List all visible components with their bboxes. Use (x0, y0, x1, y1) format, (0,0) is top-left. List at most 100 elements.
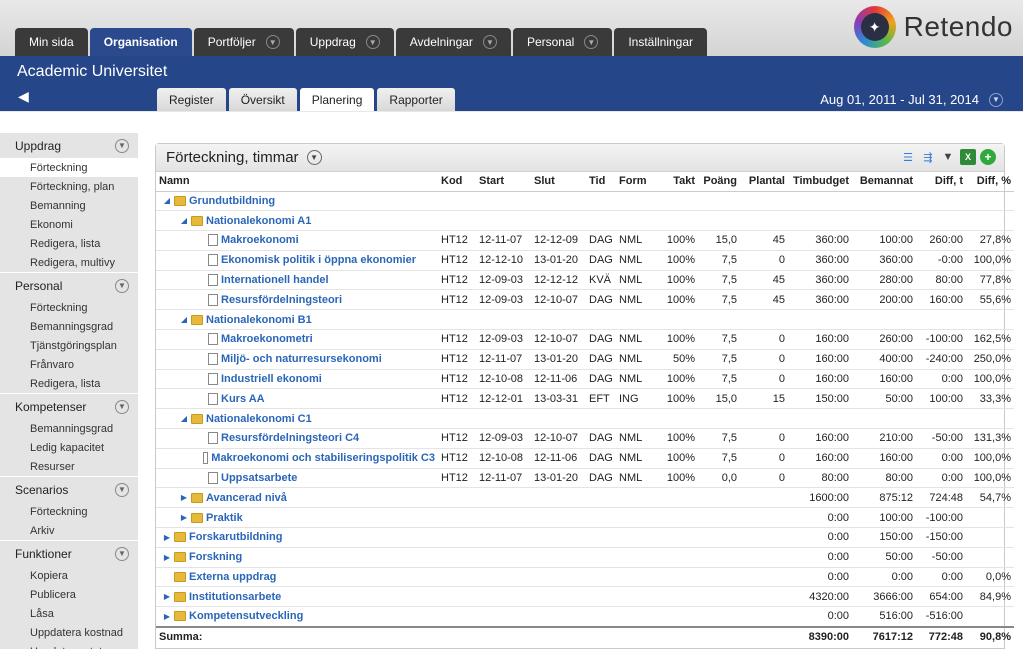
sidebar-item-kopiera[interactable]: Kopiera (0, 566, 138, 585)
chevron-down-icon[interactable]: ▼ (115, 546, 129, 561)
row-name-label[interactable]: Nationalekonomi A1 (206, 215, 311, 227)
row-name-label[interactable]: Makroekonomi och stabiliseringspolitik C… (211, 452, 435, 464)
chevron-down-icon[interactable]: ▼ (115, 482, 129, 497)
column-header-bemannat[interactable]: Bemannat (852, 172, 916, 192)
row-name-label[interactable]: Resursfördelningsteori C4 (221, 432, 359, 444)
folder-row[interactable]: ◢ Nationalekonomi C1 (156, 408, 1014, 430)
column-header-kod[interactable]: Kod (438, 172, 476, 192)
folder-row[interactable]: ▶ Avancerad nivå 1600:00 875:12 724:48 54,7% (156, 487, 1014, 509)
sidebar-section-header[interactable]: Personal ▼ (0, 273, 138, 298)
subtab-register[interactable]: Register (157, 88, 226, 111)
expand-all-icon[interactable]: ⇶ (920, 149, 936, 165)
subtab-rapporter[interactable]: Rapporter (377, 88, 455, 111)
row-name-label[interactable]: Forskarutbildning (189, 531, 283, 543)
column-header-timbudget[interactable]: Timbudget (788, 172, 852, 192)
tab-inställningar[interactable]: Inställningar (614, 28, 708, 56)
collapse-toggle-icon[interactable]: ◢ (180, 315, 188, 324)
back-arrow-icon[interactable]: ◀ (18, 88, 29, 105)
table-row[interactable]: Makroekonomi HT12 12-11-07 12-12-09 DAG NML 10… (156, 230, 1014, 251)
sidebar-item-förteckning-plan[interactable]: Förteckning, plan (0, 177, 138, 196)
table-row[interactable]: Makroekonomi och stabiliseringspolitik C… (156, 448, 1014, 469)
expand-toggle-icon[interactable]: ▶ (163, 612, 171, 621)
tab-min-sida[interactable]: Min sida (15, 28, 88, 56)
column-header-diff-t[interactable]: Diff, t (916, 172, 966, 192)
column-header-plantal[interactable]: Plantal (740, 172, 788, 192)
sidebar-item-arkiv[interactable]: Arkiv (0, 521, 138, 540)
sidebar-item-redigera-lista[interactable]: Redigera, lista (0, 234, 138, 253)
tab-avdelningar[interactable]: Avdelningar ▼ (395, 28, 511, 56)
chevron-down-icon[interactable]: ▼ (989, 92, 1003, 107)
folder-row[interactable]: ▶ Praktik 0:00 100:00 -100:00 (156, 507, 1014, 529)
row-name-label[interactable]: Avancerad nivå (206, 492, 287, 504)
sidebar-item-uppdatera-kostnad[interactable]: Uppdatera kostnad (0, 623, 138, 642)
expand-toggle-icon[interactable]: ▶ (163, 553, 171, 562)
row-name-label[interactable]: Uppsatsarbete (221, 472, 297, 484)
chevron-down-icon[interactable]: ▼ (265, 35, 280, 49)
sidebar-item-ekonomi[interactable]: Ekonomi (0, 215, 138, 234)
sidebar-item-tjänstgöringsplan[interactable]: Tjänstgöringsplan (0, 336, 138, 355)
folder-row[interactable]: ▶ Forskning 0:00 50:00 -50:00 (156, 547, 1014, 568)
column-header-tid[interactable]: Tid (586, 172, 616, 192)
folder-row[interactable]: ◢ Nationalekonomi B1 (156, 309, 1014, 331)
chevron-down-icon[interactable]: ▼ (482, 35, 497, 49)
column-header-namn[interactable]: Namn (156, 172, 438, 192)
sidebar-section-header[interactable]: Scenarios ▼ (0, 477, 138, 502)
filter-icon[interactable]: ▼ (940, 149, 956, 165)
folder-row[interactable]: Externa uppdrag 0:00 0:00 0:00 0,0% (156, 567, 1014, 588)
chevron-down-icon[interactable]: ▼ (584, 35, 599, 49)
tab-uppdrag[interactable]: Uppdrag ▼ (295, 28, 394, 56)
tab-portföljer[interactable]: Portföljer ▼ (193, 28, 294, 56)
folder-row[interactable]: ▶ Kompetensutveckling 0:00 516:00 -516:00 (156, 606, 1014, 628)
folder-row[interactable]: ◢ Nationalekonomi A1 (156, 210, 1014, 232)
column-header-poäng[interactable]: Poäng (698, 172, 740, 192)
expand-toggle-icon[interactable]: ▶ (163, 533, 171, 542)
table-row[interactable]: Uppsatsarbete HT12 12-11-07 13-01-20 DAG NML 1… (156, 468, 1014, 489)
row-name-label[interactable]: Externa uppdrag (189, 571, 276, 583)
row-name-label[interactable]: Forskning (189, 551, 242, 563)
chevron-down-icon[interactable]: ▼ (365, 35, 380, 49)
sidebar-section-header[interactable]: Kompetenser ▼ (0, 394, 138, 419)
sidebar-item-bemanningsgrad[interactable]: Bemanningsgrad (0, 419, 138, 438)
excel-export-icon[interactable]: X (960, 149, 976, 165)
row-name-label[interactable]: Resursfördelningsteori (221, 294, 342, 306)
subtab-planering[interactable]: Planering (299, 88, 375, 111)
date-range-selector[interactable]: Aug 01, 2011 - Jul 31, 2014 ▼ (820, 92, 1003, 107)
column-header-slut[interactable]: Slut (531, 172, 586, 192)
sidebar-item-bemanning[interactable]: Bemanning (0, 196, 138, 215)
chevron-down-icon[interactable]: ▼ (115, 278, 129, 293)
sidebar-item-resurser[interactable]: Resurser (0, 457, 138, 476)
table-row[interactable]: Internationell handel HT12 12-09-03 12-12-1… (156, 270, 1014, 291)
row-name-label[interactable]: Industriell ekonomi (221, 373, 322, 385)
collapse-all-icon[interactable]: ☰ (900, 149, 916, 165)
table-row[interactable]: Ekonomisk politik i öppna ekonomier HT12 1… (156, 250, 1014, 271)
collapse-toggle-icon[interactable]: ◢ (163, 196, 171, 205)
chevron-down-icon[interactable]: ▼ (115, 138, 129, 153)
sidebar-item-förteckning[interactable]: Förteckning (0, 158, 138, 177)
row-name-label[interactable]: Praktik (206, 512, 243, 524)
row-name-label[interactable]: Ekonomisk politik i öppna ekonomier (221, 254, 416, 266)
column-header-takt[interactable]: Takt (658, 172, 698, 192)
chevron-down-icon[interactable]: ▼ (115, 399, 129, 414)
table-row[interactable]: Miljö- och naturresursekonomi HT12 12-11-0… (156, 349, 1014, 370)
sidebar-item-förteckning[interactable]: Förteckning (0, 502, 138, 521)
sidebar-item-publicera[interactable]: Publicera (0, 585, 138, 604)
sidebar-item-uppdatera-status[interactable]: Uppdatera status (0, 642, 138, 649)
collapse-toggle-icon[interactable]: ◢ (180, 216, 188, 225)
row-name-label[interactable]: Internationell handel (221, 274, 329, 286)
tab-personal[interactable]: Personal ▼ (512, 28, 613, 56)
row-name-label[interactable]: Makroekonomi (221, 234, 299, 246)
sidebar-section-header[interactable]: Uppdrag ▼ (0, 133, 138, 158)
add-icon[interactable]: + (980, 149, 996, 165)
sidebar-item-bemanningsgrad[interactable]: Bemanningsgrad (0, 317, 138, 336)
row-name-label[interactable]: Kurs AA (221, 393, 265, 405)
subtab-översikt[interactable]: Översikt (228, 88, 297, 111)
chevron-down-icon[interactable]: ▼ (306, 150, 322, 165)
table-row[interactable]: Makroekonometri HT12 12-09-03 12-10-07 DAG NM… (156, 329, 1014, 350)
sidebar-item-låsa[interactable]: Låsa (0, 604, 138, 623)
sidebar-item-ledig-kapacitet[interactable]: Ledig kapacitet (0, 438, 138, 457)
column-header-start[interactable]: Start (476, 172, 531, 192)
collapse-toggle-icon[interactable]: ◢ (180, 414, 188, 423)
folder-row[interactable]: ▶ Forskarutbildning 0:00 150:00 -150:00 (156, 527, 1014, 548)
row-name-label[interactable]: Nationalekonomi B1 (206, 314, 312, 326)
table-row[interactable]: Industriell ekonomi HT12 12-10-08 12-11-06 D… (156, 369, 1014, 390)
